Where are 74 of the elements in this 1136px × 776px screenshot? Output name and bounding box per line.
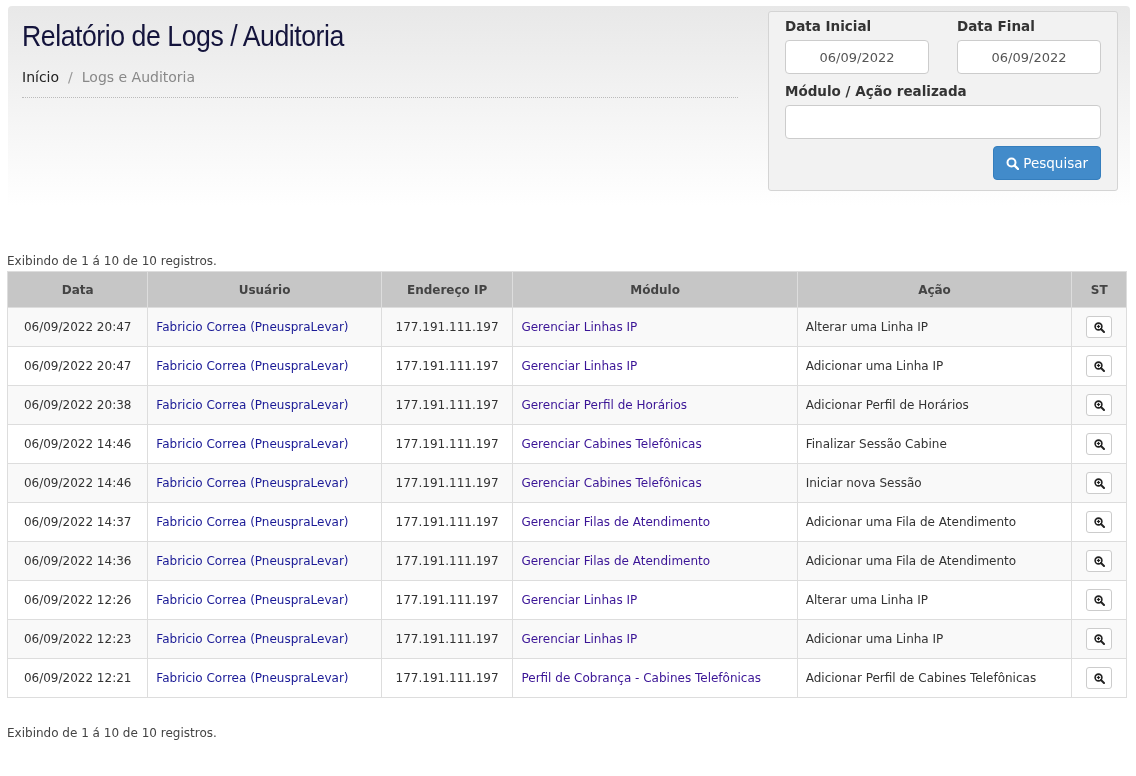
zoom-in-icon — [1093, 438, 1105, 450]
date-cell: 06/09/2022 12:23 — [7, 619, 148, 659]
ip-cell: 177.191.111.197 — [381, 502, 513, 542]
ip-cell: 177.191.111.197 — [381, 619, 513, 659]
ip-cell: 177.191.111.197 — [381, 541, 513, 581]
zoom-in-icon — [1093, 477, 1105, 489]
details-button[interactable] — [1086, 355, 1113, 377]
details-button[interactable] — [1086, 316, 1113, 338]
zoom-in-icon — [1093, 516, 1105, 528]
action-cell: Finalizar Sessão Cabine — [797, 424, 1072, 464]
column-header: ST — [1071, 271, 1127, 308]
module-link[interactable]: Gerenciar Linhas IP — [521, 359, 638, 373]
details-button[interactable] — [1086, 433, 1113, 455]
ip-cell: 177.191.111.197 — [381, 424, 513, 464]
breadcrumb-link[interactable]: Início — [22, 69, 60, 85]
zoom-in-icon — [1093, 399, 1105, 411]
date-cell: 06/09/2022 14:46 — [7, 424, 148, 464]
details-button[interactable] — [1086, 472, 1113, 494]
date-cell: 06/09/2022 14:46 — [7, 463, 148, 503]
details-button[interactable] — [1086, 511, 1113, 533]
action-cell: Adicionar Perfil de Cabines Telefônicas — [797, 658, 1072, 698]
details-button[interactable] — [1086, 394, 1113, 416]
date-cell: 06/09/2022 14:37 — [7, 502, 148, 542]
field-label: Módulo / Ação realizada — [785, 83, 968, 99]
column-header: Usuário — [147, 271, 382, 308]
date-cell: 06/09/2022 20:47 — [7, 307, 148, 347]
action-cell: Adicionar Perfil de Horários — [797, 385, 1072, 425]
search-icon — [1006, 156, 1020, 170]
action-cell: Alterar uma Linha IP — [797, 307, 1072, 347]
action-cell: Adicionar uma Fila de Atendimento — [797, 502, 1072, 542]
action-cell: Adicionar uma Linha IP — [797, 619, 1072, 659]
zoom-in-icon — [1093, 321, 1105, 333]
breadcrumb-current: Logs e Auditoria — [81, 69, 196, 85]
date-cell: 06/09/2022 12:26 — [7, 580, 148, 620]
ip-cell: 177.191.111.197 — [381, 658, 513, 698]
action-cell: Adicionar uma Fila de Atendimento — [797, 541, 1072, 581]
date-field[interactable]: 06/09/2022 — [957, 40, 1101, 74]
action-cell: Iniciar nova Sessão — [797, 463, 1072, 503]
details-button[interactable] — [1086, 550, 1113, 572]
field-label: Data Final — [957, 18, 1036, 34]
breadcrumb-separator: / — [68, 69, 73, 85]
date-cell: 06/09/2022 20:38 — [7, 385, 148, 425]
ip-cell: 177.191.111.197 — [381, 385, 513, 425]
module-link[interactable]: Gerenciar Linhas IP — [521, 593, 638, 607]
date-field[interactable]: 06/09/2022 — [785, 40, 929, 74]
zoom-in-icon — [1093, 633, 1105, 645]
action-cell: Alterar uma Linha IP — [797, 580, 1072, 620]
field-label: Data Inicial — [785, 18, 873, 34]
zoom-in-icon — [1093, 672, 1105, 684]
action-cell: Adicionar uma Linha IP — [797, 346, 1072, 386]
records-summary: Exibindo de 1 á 10 de 10 registros. — [7, 726, 218, 740]
page-title: Relatório de Logs / Auditoria — [22, 20, 344, 53]
zoom-in-icon — [1093, 555, 1105, 567]
records-summary: Exibindo de 1 á 10 de 10 registros. — [7, 254, 218, 268]
column-header: Data — [7, 271, 148, 308]
ip-cell: 177.191.111.197 — [381, 307, 513, 347]
details-button[interactable] — [1086, 589, 1113, 611]
column-header: Endereço IP — [381, 271, 513, 308]
module-link[interactable]: Gerenciar Linhas IP — [521, 632, 638, 646]
column-header: Módulo — [512, 271, 798, 308]
column-header: Ação — [797, 271, 1072, 308]
ip-cell: 177.191.111.197 — [381, 346, 513, 386]
module-link[interactable]: Gerenciar Linhas IP — [521, 320, 638, 334]
zoom-in-icon — [1093, 594, 1105, 606]
date-cell: 06/09/2022 14:36 — [7, 541, 148, 581]
date-cell: 06/09/2022 12:21 — [7, 658, 148, 698]
ip-cell: 177.191.111.197 — [381, 463, 513, 503]
search-button[interactable]: Pesquisar — [993, 146, 1101, 180]
input-field[interactable] — [785, 105, 1101, 139]
date-cell: 06/09/2022 20:47 — [7, 346, 148, 386]
ip-cell: 177.191.111.197 — [381, 580, 513, 620]
zoom-in-icon — [1093, 360, 1105, 372]
details-button[interactable] — [1086, 667, 1113, 689]
details-button[interactable] — [1086, 628, 1113, 650]
